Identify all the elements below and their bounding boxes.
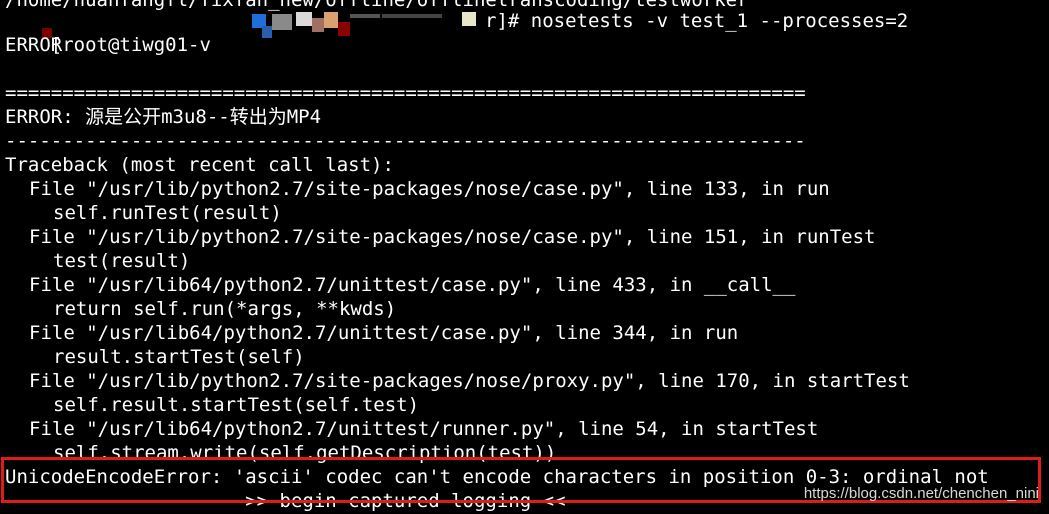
traceback-frame-file: File "/usr/lib/python2.7/site-packages/n… [29,370,910,392]
traceback-frame-code: result.startTest(self) [53,346,305,368]
traceback-frame-file: File "/usr/lib64/python2.7/unittest/case… [29,322,739,344]
traceback-frame-code: self.result.startTest(self.test) [53,394,420,416]
traceback-frame-code: return self.run(*args, **kwds) [53,298,397,320]
watermark: https://blog.csdn.net/chenchen_nini [803,485,1039,502]
separator-single: ----------------------------------------… [5,130,806,152]
traceback-frame-code: self.runTest(result) [53,202,282,224]
traceback-frame-file: File "/usr/lib/python2.7/site-packages/n… [29,178,830,200]
separator-double: ========================================… [5,82,806,104]
terminal-window[interactable]: /home/huanfangfl/fixfan_new/offline/offl… [0,0,1049,514]
error-status: ERROR [5,34,63,56]
traceback-frame-file: File "/usr/lib64/python2.7/unittest/case… [29,274,796,296]
prompt-text: [root@tiwg01-v [50,34,211,56]
traceback-frame-file: File "/usr/lib64/python2.7/unittest/runn… [29,418,819,440]
traceback-frame-file: File "/usr/lib/python2.7/site-packages/n… [29,226,876,248]
error-title: ERROR: 源是公开m3u8--转出为MP4 [5,106,322,128]
traceback-frame-code: test(result) [53,250,191,272]
command-prompt-line: [root@tiwg01-v [5,9,211,56]
command-text: r]# nosetests -v test_1 --processes=2 [485,10,909,32]
traceback-header: Traceback (most recent call last): [5,154,394,176]
